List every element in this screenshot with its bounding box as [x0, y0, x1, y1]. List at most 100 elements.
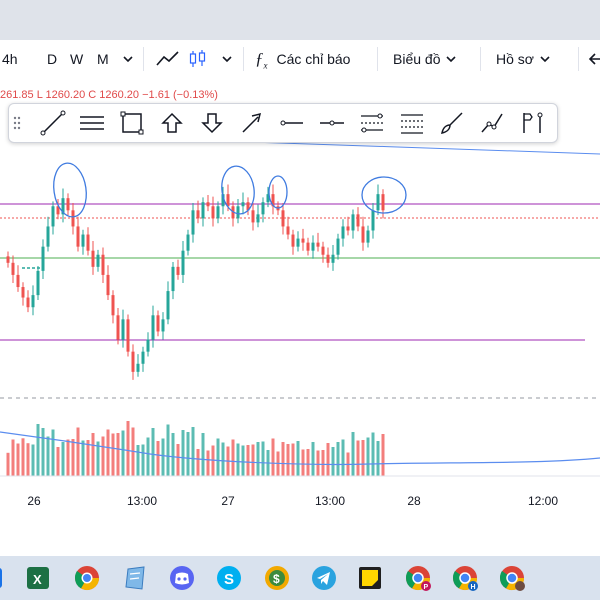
- sticky-notes-icon: [359, 567, 381, 589]
- horizontal-ray-tool[interactable]: [278, 109, 306, 137]
- interval-4h[interactable]: 4h: [2, 48, 18, 70]
- candle-body: [321, 246, 325, 255]
- arrow-mark-up-tool[interactable]: [158, 109, 186, 137]
- indicators-button[interactable]: ƒx Các chỉ báo: [255, 48, 350, 70]
- volume-bar: [111, 433, 115, 476]
- candle-body: [146, 339, 150, 352]
- candle-body: [351, 214, 355, 231]
- candle-body: [286, 226, 290, 235]
- time-tick: 28: [407, 494, 421, 508]
- arrow-tool[interactable]: [238, 109, 266, 137]
- drag-handle[interactable]: [12, 109, 40, 137]
- taskbar-chrome-profile-p[interactable]: P: [404, 564, 432, 592]
- volume-bar: [331, 447, 335, 476]
- candle-body: [11, 262, 15, 275]
- taskbar-sticky-notes[interactable]: [356, 564, 384, 592]
- candle-body: [366, 230, 370, 243]
- volume-bar: [141, 444, 145, 476]
- volume-bar: [301, 449, 305, 476]
- taskbar-excel[interactable]: X: [24, 564, 52, 592]
- candle-body: [281, 210, 285, 227]
- arrow-mark-down-tool[interactable]: [198, 109, 226, 137]
- chrome-profile-icon: [499, 566, 525, 591]
- candles-group: [6, 184, 385, 380]
- candle-body: [296, 238, 300, 247]
- candle-body: [236, 206, 240, 219]
- volume-ma-line: [0, 431, 600, 466]
- brush-tool[interactable]: [438, 109, 466, 137]
- volume-bar: [361, 440, 365, 476]
- profile-button[interactable]: Hồ sơ: [496, 48, 552, 70]
- horizontal-line-tool[interactable]: [318, 109, 346, 137]
- chart-area[interactable]: 26 13:00 27 13:00 28 12:00: [0, 78, 600, 556]
- volume-bar: [306, 449, 310, 476]
- skype-icon: S: [217, 566, 241, 590]
- path-tool[interactable]: [478, 109, 506, 137]
- taskbar-app-partial[interactable]: [0, 564, 4, 592]
- volume-bar: [241, 445, 245, 476]
- anchored-vwap-tool[interactable]: [518, 109, 546, 137]
- chart-style-button[interactable]: [156, 48, 180, 70]
- candle-body: [331, 254, 335, 263]
- volume-bar: [371, 432, 375, 476]
- volume-bar: [246, 445, 250, 476]
- horizontal-ray-icon: [280, 120, 303, 126]
- volume-bar: [191, 427, 195, 476]
- candle-body: [306, 242, 310, 251]
- time-tick: 26: [27, 494, 41, 508]
- chart-style-dropdown[interactable]: [221, 48, 233, 70]
- candle-body: [96, 254, 100, 267]
- interval-m[interactable]: M: [97, 48, 109, 70]
- taskbar-chrome-profile[interactable]: [498, 564, 526, 592]
- rectangle-tool[interactable]: [118, 109, 146, 137]
- brush-icon: [441, 112, 463, 134]
- taskbar-skype[interactable]: S: [215, 564, 243, 592]
- candle-body: [176, 266, 180, 275]
- trend-line-tool[interactable]: [39, 109, 67, 137]
- candle-body: [181, 250, 185, 275]
- undo-button[interactable]: [588, 48, 600, 70]
- time-axis[interactable]: [0, 476, 600, 514]
- candle-body: [141, 351, 145, 364]
- discord-icon: [170, 566, 194, 590]
- candle-body: [51, 206, 55, 227]
- volume-bar: [351, 432, 355, 476]
- candle-body: [361, 226, 365, 243]
- price-chart[interactable]: 26 13:00 27 13:00 28 12:00: [0, 78, 600, 556]
- volume-bar: [271, 438, 275, 476]
- taskbar-telegram[interactable]: [310, 564, 338, 592]
- fib-retracement-icon: [361, 113, 383, 133]
- candle-body: [66, 198, 70, 211]
- parallel-channel-icon: [80, 116, 104, 130]
- chart-type-button[interactable]: Biểu đồ: [393, 48, 458, 70]
- volume-bar: [381, 434, 385, 476]
- chevron-down-icon: [123, 56, 133, 63]
- time-tick: 27: [221, 494, 235, 508]
- candle-body: [126, 319, 130, 352]
- parallel-channel-tool[interactable]: [78, 109, 106, 137]
- ohlc-legend: 261.85 L 1260.20 C 1260.20 −1.61 (−0.13%…: [0, 89, 218, 101]
- candles-style-button[interactable]: [188, 48, 208, 70]
- annotation-circle[interactable]: [50, 161, 89, 219]
- fib-retracement-tool[interactable]: [358, 109, 386, 137]
- svg-text:$: $: [273, 572, 280, 586]
- chrome-profile-p-icon: P: [405, 566, 431, 591]
- interval-d[interactable]: D: [47, 48, 57, 70]
- svg-text:H: H: [471, 584, 476, 591]
- taskbar-chrome-profile-h[interactable]: H: [451, 564, 479, 592]
- taskbar-chrome[interactable]: [73, 564, 101, 592]
- candle-body: [341, 226, 345, 239]
- fib-extension-tool[interactable]: [398, 109, 426, 137]
- interval-dropdown[interactable]: [122, 48, 134, 70]
- volume-bar: [231, 439, 235, 476]
- profile-label: Hồ sơ: [496, 51, 534, 67]
- taskbar-notes[interactable]: [121, 564, 149, 592]
- candle-body: [151, 315, 155, 340]
- volume-bar: [256, 442, 260, 476]
- interval-w[interactable]: W: [70, 48, 83, 70]
- volume-bar: [86, 440, 90, 476]
- candle-body: [91, 250, 95, 267]
- taskbar-metatrader[interactable]: $: [263, 564, 291, 592]
- taskbar-discord[interactable]: [168, 564, 196, 592]
- candle-body: [371, 210, 375, 231]
